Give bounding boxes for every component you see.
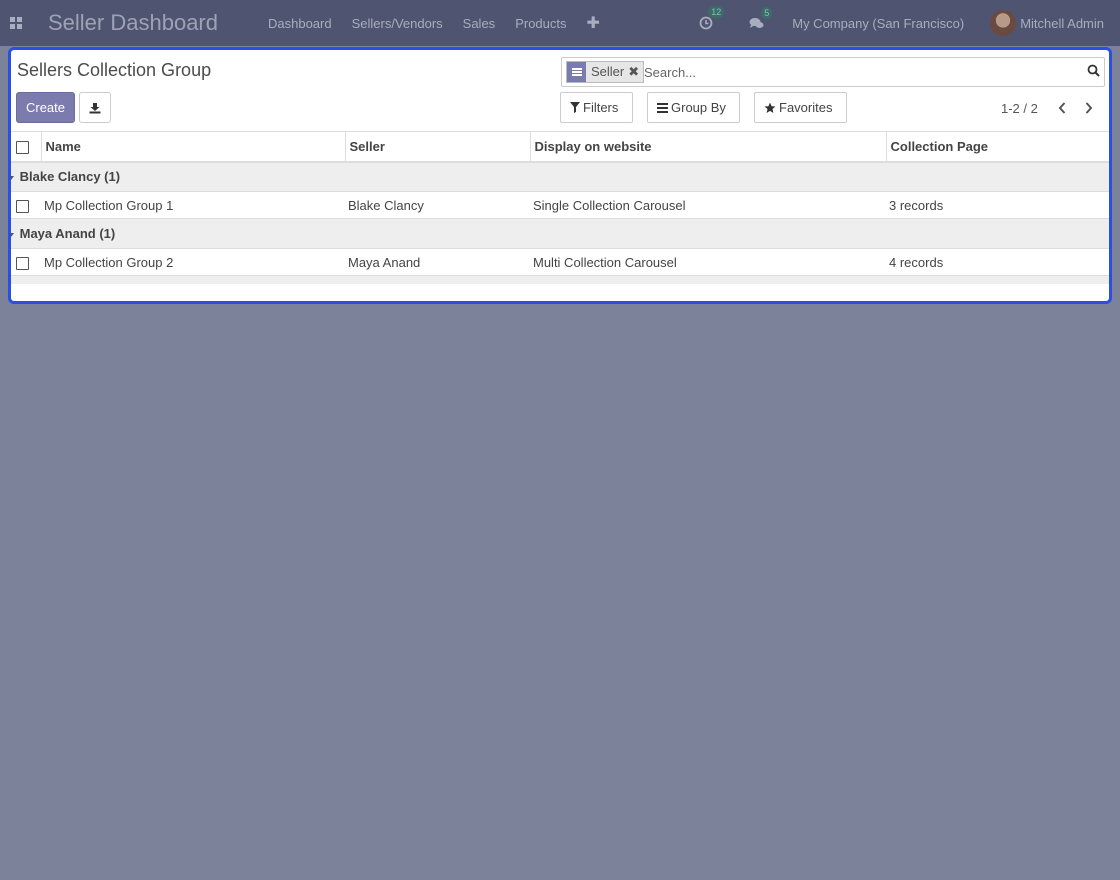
pager-value[interactable]: 1-2 / 2 [1001, 101, 1038, 116]
cell-name[interactable]: Mp Collection Group 2 [41, 249, 345, 276]
bars-icon [657, 102, 668, 113]
column-header-seller[interactable]: Seller [345, 131, 531, 162]
filter-icon [570, 102, 580, 113]
search-facet-seller: Seller ✖ [566, 61, 645, 83]
menu-item-sellers-vendors[interactable]: Sellers/Vendors [342, 16, 453, 31]
group-by-button[interactable]: Group By [647, 92, 740, 123]
favorites-label: Favorites [779, 100, 833, 115]
menu-item-products[interactable]: Products [505, 16, 576, 31]
group-label: Blake Clancy (1) [19, 169, 121, 185]
user-avatar[interactable] [990, 10, 1017, 36]
table-row[interactable]: Mp Collection Group 1 Blake Clancy Singl… [11, 191, 1109, 219]
top-navbar: Seller Dashboard Dashboard Sellers/Vendo… [0, 0, 1120, 46]
cell-seller[interactable]: Blake Clancy [345, 192, 530, 219]
group-label: Maya Anand (1) [19, 226, 116, 241]
table-footer [11, 275, 1109, 284]
activity-menu[interactable]: 12 [699, 6, 725, 30]
column-header-display-on-website[interactable]: Display on website [530, 131, 887, 162]
download-icon [89, 102, 101, 113]
row-select-cell [11, 192, 41, 219]
list-table: Name Seller Display on website Collectio… [11, 131, 1109, 284]
chevron-right-icon [1085, 102, 1093, 114]
systray: 12 5 My Company (San Francisco) Mitchell… [699, 0, 1120, 46]
menu-item-dashboard[interactable]: Dashboard [258, 16, 342, 31]
list-view-panel: Sellers Collection Group Create Seller ✖… [8, 47, 1112, 304]
caret-down-icon [11, 232, 14, 237]
message-count-badge: 5 [761, 6, 773, 19]
cell-display-on-website[interactable]: Multi Collection Carousel [530, 249, 886, 276]
app-brand[interactable]: Seller Dashboard [48, 10, 218, 36]
clock-icon [699, 16, 713, 30]
apps-grid-icon [10, 17, 22, 29]
favorites-button[interactable]: Favorites [754, 92, 847, 123]
page-title: Sellers Collection Group [17, 60, 212, 80]
table-row[interactable]: Mp Collection Group 2 Maya Anand Multi C… [11, 248, 1109, 276]
cell-collection-page[interactable]: 4 records [886, 249, 1109, 276]
chevron-left-icon [1058, 102, 1066, 114]
pager-next-button[interactable] [1079, 98, 1099, 118]
group-by-label: Group By [671, 100, 726, 115]
table-header-row: Name Seller Display on website Collectio… [11, 131, 1109, 162]
pager-previous-button[interactable] [1052, 98, 1072, 118]
main-menu: Dashboard Sellers/Vendors Sales Products… [258, 13, 610, 33]
chat-bubbles-icon [749, 17, 764, 28]
cell-display-on-website[interactable]: Single Collection Carousel [530, 192, 886, 219]
cell-collection-page[interactable]: 3 records [886, 192, 1109, 219]
user-menu[interactable]: Mitchell Admin [1020, 16, 1104, 31]
cell-name[interactable]: Mp Collection Group 1 [41, 192, 345, 219]
caret-down-icon [11, 175, 14, 180]
filters-label: Filters [583, 100, 619, 115]
app-menu-toggle[interactable] [0, 0, 32, 46]
export-button[interactable] [79, 92, 111, 123]
group-row[interactable]: Maya Anand (1) [11, 218, 1109, 249]
select-all-checkbox[interactable] [16, 140, 29, 154]
add-menu-plus-icon[interactable]: ✚ [577, 13, 610, 33]
facet-remove-icon[interactable]: ✖ [627, 62, 643, 82]
star-icon [764, 102, 776, 113]
select-all-cell [11, 131, 42, 162]
facet-label: Seller [591, 64, 625, 79]
row-checkbox[interactable] [16, 199, 29, 213]
cell-seller[interactable]: Maya Anand [345, 249, 530, 276]
filters-button[interactable]: Filters [560, 92, 633, 123]
create-button[interactable]: Create [16, 92, 75, 123]
messaging-menu[interactable]: 5 [749, 6, 773, 30]
column-header-name[interactable]: Name [41, 131, 346, 162]
search-bar: Seller ✖ [561, 57, 1105, 87]
row-select-cell [11, 249, 41, 276]
column-header-collection-page[interactable]: Collection Page [886, 132, 1109, 162]
row-checkbox[interactable] [16, 256, 29, 270]
search-icon[interactable] [1087, 64, 1100, 80]
menu-item-sales[interactable]: Sales [453, 16, 506, 31]
company-switcher[interactable]: My Company (San Francisco) [792, 16, 964, 31]
activity-count-badge: 12 [708, 6, 725, 18]
group-row[interactable]: Blake Clancy (1) [11, 161, 1109, 192]
search-input[interactable] [644, 62, 1064, 82]
group-by-icon [567, 62, 586, 82]
